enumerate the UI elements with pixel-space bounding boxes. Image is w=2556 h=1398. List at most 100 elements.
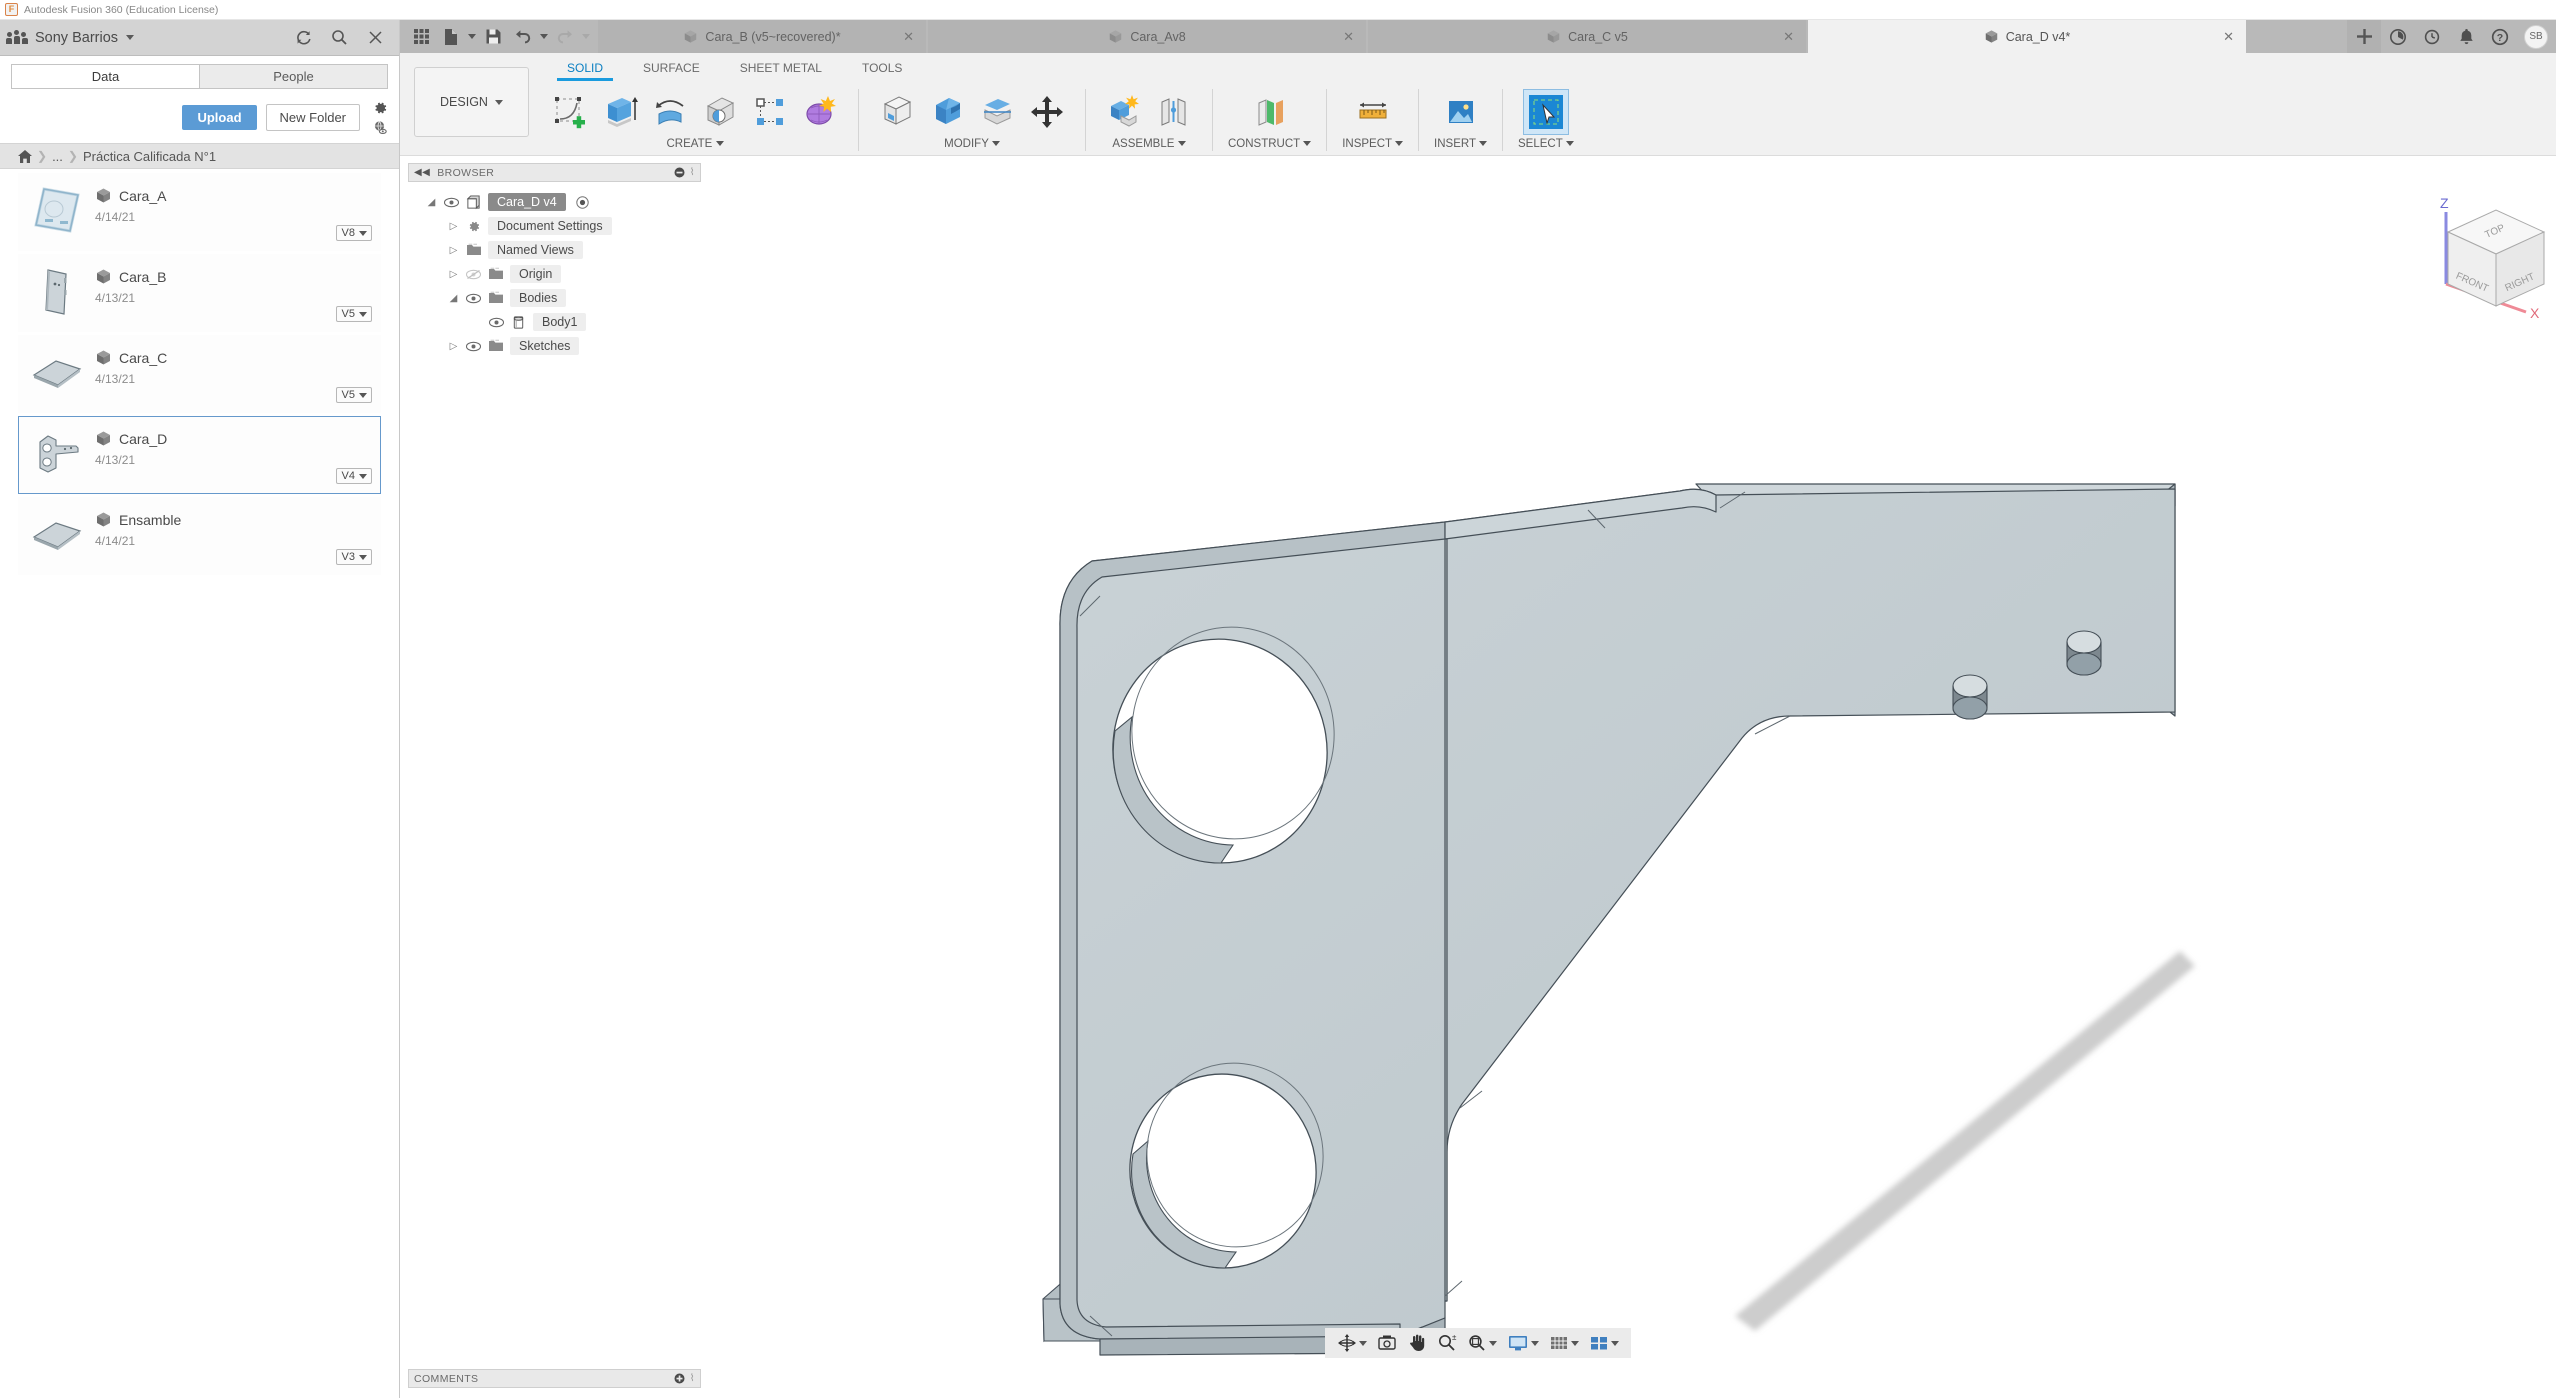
close-icon[interactable] bbox=[365, 28, 385, 48]
joint-icon[interactable] bbox=[1151, 89, 1197, 135]
collapsed-triangle-icon[interactable]: ▷ bbox=[448, 245, 459, 256]
eye-icon[interactable] bbox=[465, 293, 481, 304]
look-at-icon[interactable] bbox=[1373, 1333, 1401, 1353]
document-tab-cara-d-active[interactable]: Cara_D v4* ✕ bbox=[1808, 20, 2248, 53]
view-cube[interactable]: Z X TOP FRONT RIGHT bbox=[2418, 184, 2546, 321]
orbit-icon[interactable] bbox=[1333, 1333, 1371, 1353]
tab-people[interactable]: People bbox=[199, 64, 388, 89]
apps-grid-icon[interactable] bbox=[406, 20, 436, 53]
zoom-icon[interactable]: ± bbox=[1433, 1333, 1461, 1353]
redo-icon[interactable] bbox=[550, 20, 580, 53]
collapse-left-icon[interactable]: ◀◀ bbox=[414, 167, 430, 178]
refresh-icon[interactable] bbox=[293, 28, 313, 48]
upload-button[interactable]: Upload bbox=[182, 104, 257, 130]
panel-label-assemble[interactable]: ASSEMBLE bbox=[1112, 138, 1186, 150]
fillet-icon[interactable] bbox=[924, 89, 970, 135]
hub-chevron-down-icon[interactable] bbox=[126, 35, 135, 40]
move-copy-icon[interactable] bbox=[1024, 89, 1070, 135]
tree-node-named-views[interactable]: ▷ Named Views bbox=[418, 238, 701, 262]
panel-label-insert[interactable]: INSERT bbox=[1434, 138, 1487, 150]
tab-surface[interactable]: SURFACE bbox=[623, 59, 720, 79]
document-tab-cara-a[interactable]: Cara_Av8 ✕ bbox=[928, 20, 1368, 53]
layout-chevron-down-icon[interactable] bbox=[1611, 1340, 1619, 1346]
revolve-icon[interactable] bbox=[647, 89, 693, 135]
tree-node-sketches[interactable]: ▷ Sketches bbox=[418, 334, 701, 358]
panel-label-modify[interactable]: MODIFY bbox=[944, 138, 1000, 150]
version-badge[interactable]: V4 bbox=[335, 468, 372, 484]
undo-icon[interactable] bbox=[508, 20, 538, 53]
grid-chevron-down-icon[interactable] bbox=[1571, 1340, 1579, 1346]
collapsed-triangle-icon[interactable]: ▷ bbox=[448, 341, 459, 352]
tree-node-body1[interactable]: Body1 bbox=[418, 310, 701, 334]
help-icon[interactable]: ? bbox=[2483, 20, 2517, 53]
globe-preview-icon[interactable] bbox=[373, 120, 388, 135]
collapsed-triangle-icon[interactable]: ▷ bbox=[448, 269, 459, 280]
activate-component-radio[interactable] bbox=[576, 195, 589, 209]
redo-chevron-down-icon[interactable] bbox=[580, 20, 592, 53]
document-tab-cara-c[interactable]: Cara_C v5 ✕ bbox=[1368, 20, 1808, 53]
select-icon[interactable] bbox=[1522, 89, 1569, 135]
viewport-layout-icon[interactable] bbox=[1585, 1333, 1623, 1353]
comments-panel[interactable]: COMMENTS ⌇ bbox=[408, 1369, 701, 1388]
eye-off-icon[interactable] bbox=[465, 269, 481, 280]
panel-label-construct[interactable]: CONSTRUCT bbox=[1228, 138, 1312, 150]
display-settings-icon[interactable] bbox=[1503, 1333, 1543, 1353]
tab-data[interactable]: Data bbox=[11, 64, 199, 89]
pan-hand-icon[interactable] bbox=[1403, 1333, 1431, 1353]
tab-solid[interactable]: SOLID bbox=[547, 59, 623, 81]
panel-label-inspect[interactable]: INSPECT bbox=[1342, 138, 1404, 150]
tab-tools[interactable]: TOOLS bbox=[842, 59, 922, 79]
orbit-chevron-down-icon[interactable] bbox=[1359, 1340, 1367, 1346]
list-item-selected[interactable]: Cara_D 4/13/21 V4 bbox=[18, 416, 381, 494]
tree-node-root[interactable]: ◢ Cara_D v4 bbox=[418, 190, 701, 214]
close-icon[interactable]: ✕ bbox=[903, 30, 914, 43]
version-badge[interactable]: V5 bbox=[335, 387, 372, 403]
avatar[interactable]: SB bbox=[2524, 24, 2548, 49]
comments-resize-handle[interactable]: ⌇ bbox=[690, 1373, 695, 1384]
expanded-triangle-icon[interactable]: ◢ bbox=[448, 293, 459, 304]
tree-node-document-settings[interactable]: ▷ Document Settings bbox=[418, 214, 701, 238]
close-icon[interactable]: ✕ bbox=[1783, 30, 1794, 43]
hub-name[interactable]: Sony Barrios bbox=[35, 30, 118, 46]
save-icon[interactable] bbox=[478, 20, 508, 53]
tab-sheet-metal[interactable]: SHEET METAL bbox=[720, 59, 842, 79]
sweep-icon[interactable] bbox=[697, 89, 743, 135]
clock-icon[interactable] bbox=[2415, 20, 2449, 53]
version-badge[interactable]: V5 bbox=[335, 306, 372, 322]
viewport-3d[interactable] bbox=[400, 156, 2556, 1398]
eye-icon[interactable] bbox=[443, 197, 459, 208]
document-tab-cara-b[interactable]: Cara_B (v5~recovered)* ✕ bbox=[598, 20, 928, 53]
offset-plane-icon[interactable] bbox=[1247, 89, 1293, 135]
search-icon[interactable] bbox=[329, 28, 349, 48]
shell-icon[interactable] bbox=[974, 89, 1020, 135]
breadcrumb-ellipsis[interactable]: ... bbox=[52, 149, 63, 164]
display-chevron-down-icon[interactable] bbox=[1531, 1340, 1539, 1346]
close-icon[interactable]: ✕ bbox=[2223, 30, 2234, 43]
browser-resize-handle[interactable]: ⌇ bbox=[690, 167, 695, 178]
list-item[interactable]: Ensamble 4/14/21 V3 bbox=[18, 497, 381, 575]
pattern-icon[interactable] bbox=[747, 89, 793, 135]
plus-icon[interactable] bbox=[2347, 20, 2381, 53]
job-status-icon[interactable] bbox=[2381, 20, 2415, 53]
tree-node-bodies[interactable]: ◢ Bodies bbox=[418, 286, 701, 310]
new-document-chevron-down-icon[interactable] bbox=[466, 20, 478, 53]
list-item[interactable]: Cara_B 4/13/21 V5 bbox=[18, 254, 381, 332]
close-icon[interactable]: ✕ bbox=[1343, 30, 1354, 43]
grid-snap-icon[interactable] bbox=[1545, 1333, 1583, 1353]
tree-node-origin[interactable]: ▷ Origin bbox=[418, 262, 701, 286]
fit-icon[interactable] bbox=[1463, 1333, 1501, 1353]
fit-chevron-down-icon[interactable] bbox=[1489, 1340, 1497, 1346]
measure-icon[interactable] bbox=[1350, 89, 1396, 135]
list-item[interactable]: Cara_A 4/14/21 V8 bbox=[18, 173, 381, 251]
create-sketch-icon[interactable] bbox=[547, 89, 593, 135]
version-badge[interactable]: V8 bbox=[335, 225, 372, 241]
breadcrumb-current-folder[interactable]: Práctica Calificada N°1 bbox=[83, 149, 216, 164]
eye-icon[interactable] bbox=[465, 341, 481, 352]
extrude-icon[interactable] bbox=[597, 89, 643, 135]
new-folder-button[interactable]: New Folder bbox=[265, 103, 360, 131]
bell-icon[interactable] bbox=[2449, 20, 2483, 53]
undo-chevron-down-icon[interactable] bbox=[538, 20, 550, 53]
panel-label-select[interactable]: SELECT bbox=[1518, 138, 1574, 150]
panel-label-create[interactable]: CREATE bbox=[667, 138, 724, 150]
insert-image-icon[interactable] bbox=[1438, 89, 1484, 135]
